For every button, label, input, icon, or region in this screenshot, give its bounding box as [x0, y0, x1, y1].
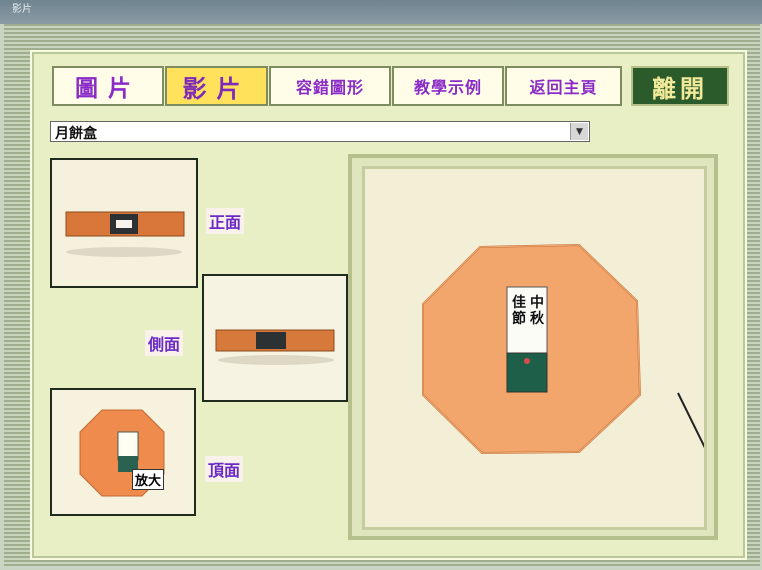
- box-label-left: 佳節: [512, 295, 526, 327]
- window-title: 影片: [12, 4, 32, 15]
- box-side-image: [204, 276, 346, 400]
- window-titlebar: 影片: [0, 0, 762, 24]
- tab-video[interactable]: 影片: [165, 66, 268, 106]
- tab-home[interactable]: 返回主頁: [505, 66, 622, 106]
- tab-pictures[interactable]: 圖片: [52, 66, 164, 106]
- exit-button[interactable]: 離開: [631, 66, 729, 106]
- chevron-down-icon[interactable]: ▼: [570, 123, 588, 140]
- mooncake-box-image: [365, 169, 710, 527]
- thumbnail-front[interactable]: [50, 158, 198, 288]
- box-label-right: 中秋: [530, 295, 544, 327]
- box-front-image: [52, 160, 196, 286]
- box-top-image: [52, 390, 194, 514]
- thumbnail-top[interactable]: 放大: [50, 388, 196, 516]
- main-viewer: 佳節 中秋: [362, 166, 710, 530]
- view-label-side[interactable]: 側面: [145, 330, 184, 356]
- view-label-top[interactable]: 頂面: [205, 456, 244, 482]
- tab-examples[interactable]: 教學示例: [392, 66, 504, 106]
- zoom-button[interactable]: 放大: [132, 469, 165, 490]
- view-label-front[interactable]: 正面: [206, 208, 245, 234]
- tab-packaging[interactable]: 容錯圖形: [269, 66, 391, 106]
- item-select-value: 月餅盒: [55, 126, 97, 142]
- item-select[interactable]: 月餅盒 ▼: [50, 121, 590, 142]
- thumbnail-side[interactable]: [202, 274, 348, 402]
